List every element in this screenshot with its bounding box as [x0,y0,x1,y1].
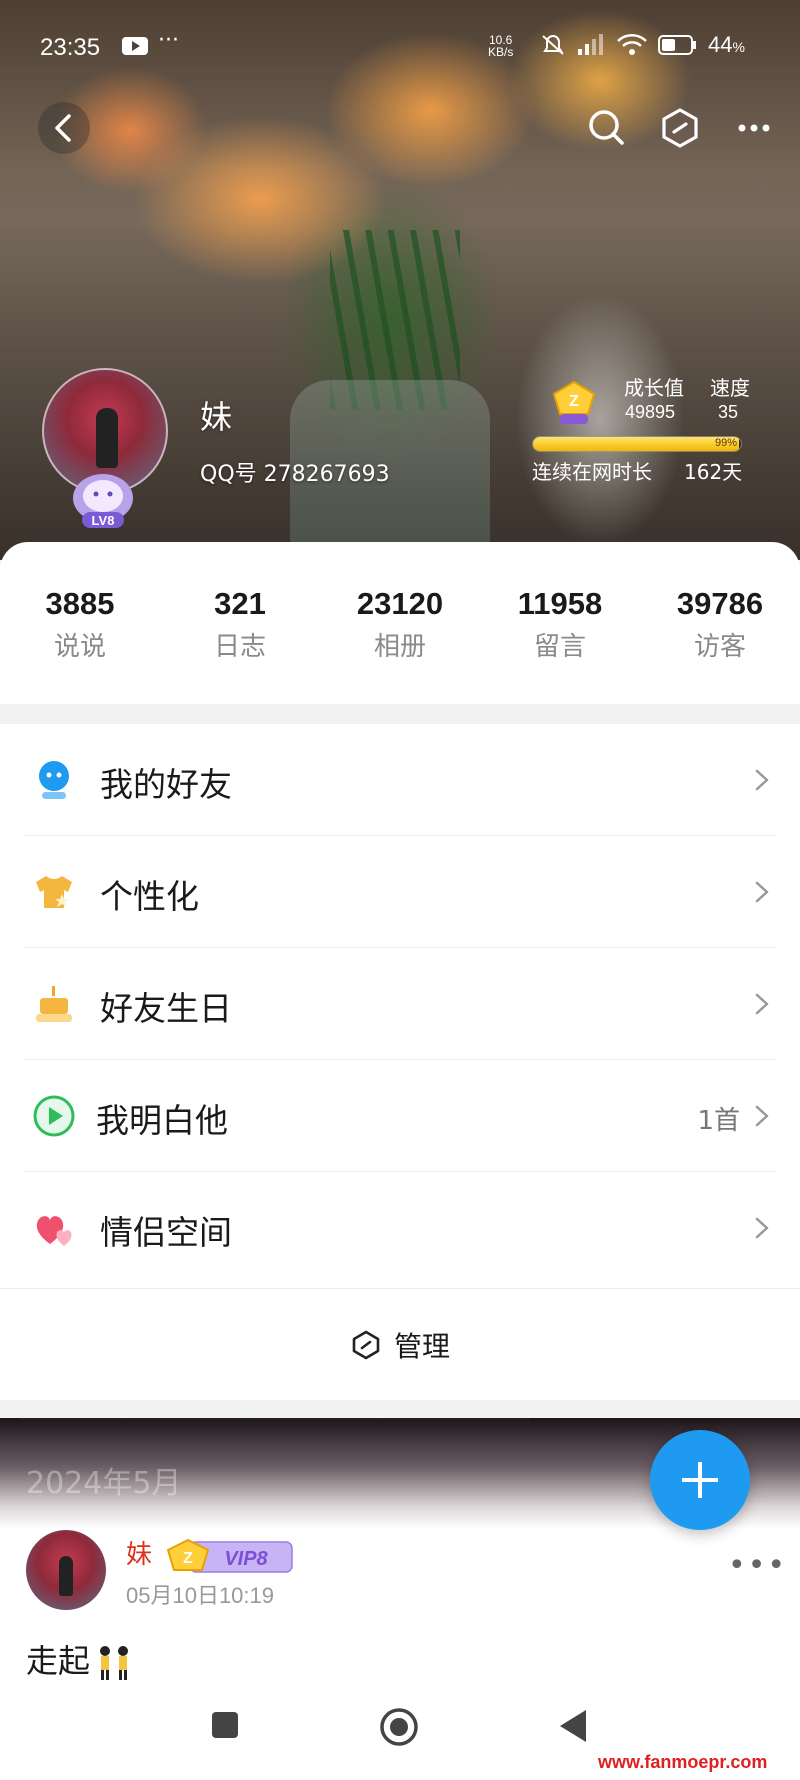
menu-item-personalize[interactable]: 个性化 [0,836,800,948]
stat-value: 321 [214,586,266,621]
menu-item-friends[interactable]: 我的好友 [0,724,800,836]
yellow-diamond-vip-icon: Z [552,380,596,424]
online-duration-days: 162天 [684,460,743,484]
post-author-name[interactable]: 妹 [126,1534,152,1571]
post-more-button[interactable]: ••• [728,1548,787,1583]
stat-label: 相册 [373,632,426,662]
more-notifications-icon: ··· [158,28,179,53]
manage-button[interactable]: 管理 [0,1288,800,1400]
post-content: 走起 [26,1636,134,1683]
vip-badge-text: VIP8 [224,1548,268,1570]
youtube-notification-icon [122,37,148,55]
growth-value: 49895 [625,402,676,422]
stat-label: 说说 [53,632,106,662]
menu-item-couple-space[interactable]: 情侣空间 [0,1172,800,1284]
post-text: 走起 [26,1642,91,1680]
feed-month-header: 2024年5月 [26,1466,182,1501]
speed-value: 35 [718,402,739,422]
chevron-right-icon [755,1105,769,1127]
profile-menu: 我的好友 个性化 好友生日 我明白他 1首 情侣空间 [0,724,800,1288]
qq-number: QQ号 278267693 [200,462,390,487]
post-author-avatar[interactable] [26,1530,106,1610]
stat-label: 留言 [533,632,586,662]
network-speed: 10.6 KB/s [488,34,513,58]
dancers-emoji-icon [100,1646,129,1680]
home-icon[interactable] [378,1706,420,1748]
menu-item-label: 情侣空间 [100,1213,232,1252]
hexagon-icon [662,108,698,148]
stat-label: 访客 [693,632,746,662]
svg-text:Z: Z [183,1550,193,1567]
stat-shuoshuo[interactable]: 3885 说说 [10,586,150,663]
menu-item-music[interactable]: 我明白他 1首 [0,1060,800,1172]
signal-icon [578,34,603,55]
growth-progress-fill [533,437,739,451]
watermark: www.fanmoepr.com [598,1752,768,1772]
space-settings-button[interactable] [654,102,706,154]
stat-value: 23120 [356,586,444,621]
battery-icon [658,35,696,55]
growth-progress-bar: 99% [532,436,742,452]
play-icon [33,1095,75,1137]
post-time: 05月10日10:19 [126,1583,274,1608]
stat-value: 39786 [676,586,764,621]
manage-label: 管理 [394,1330,451,1363]
manage-hexagon-icon [352,1330,380,1360]
recent-apps-icon[interactable] [210,1710,240,1740]
svg-text:Z: Z [569,393,579,410]
level-badge-text: LV8 [92,513,115,528]
more-options-button[interactable] [728,102,780,154]
cake-icon [36,986,72,1022]
status-time: 23:35 [40,34,101,61]
stat-visitors[interactable]: 39786 访客 [650,586,790,663]
chevron-right-icon [755,993,769,1015]
stat-value: 3885 [45,586,115,621]
network-speed-unit: KB/s [488,45,514,59]
menu-item-label: 好友生日 [100,989,232,1028]
friends-icon [39,761,69,799]
chevron-left-icon [55,114,71,142]
status-bar: 23:35 ··· 10.6 KB/s 44% [0,0,800,96]
vip-badge-icon: Z VIP8 [166,1538,293,1573]
level-badge-icon: LV8 [73,474,133,528]
speed-label: 速度 [710,376,750,400]
growth-label: 成长值 [624,376,684,400]
chevron-right-icon [755,881,769,903]
search-button[interactable] [580,102,632,154]
chevron-right-icon [755,1217,769,1239]
stat-value: 11958 [517,586,603,621]
wifi-icon [617,34,647,55]
menu-item-label: 我明白他 [96,1101,228,1140]
profile-nickname: 妹 [200,398,233,436]
stats-card: 3885 说说 321 日志 23120 相册 11958 留言 39786 访… [0,542,800,704]
back-button[interactable] [38,102,90,154]
tshirt-icon [36,876,72,908]
mute-icon [542,35,564,55]
song-count: 1首 [697,1106,740,1136]
battery-percent: 44% [708,32,745,57]
stat-label: 日志 [213,632,266,662]
menu-item-label: 我的好友 [100,765,232,804]
stat-messages[interactable]: 11958 留言 [490,586,630,663]
menu-item-friend-birthdays[interactable]: 好友生日 [0,948,800,1060]
online-duration-label: 连续在网时长 [532,460,652,484]
search-icon [589,110,624,145]
back-nav-icon[interactable] [556,1708,590,1744]
stat-album[interactable]: 23120 相册 [330,586,470,663]
hearts-icon [36,1216,72,1246]
create-post-button[interactable] [650,1430,750,1530]
menu-item-label: 个性化 [100,877,199,916]
growth-progress-text: 99% [714,437,737,449]
stat-blog[interactable]: 321 日志 [170,586,310,663]
chevron-right-icon [755,769,769,791]
more-dots-icon [738,124,770,132]
